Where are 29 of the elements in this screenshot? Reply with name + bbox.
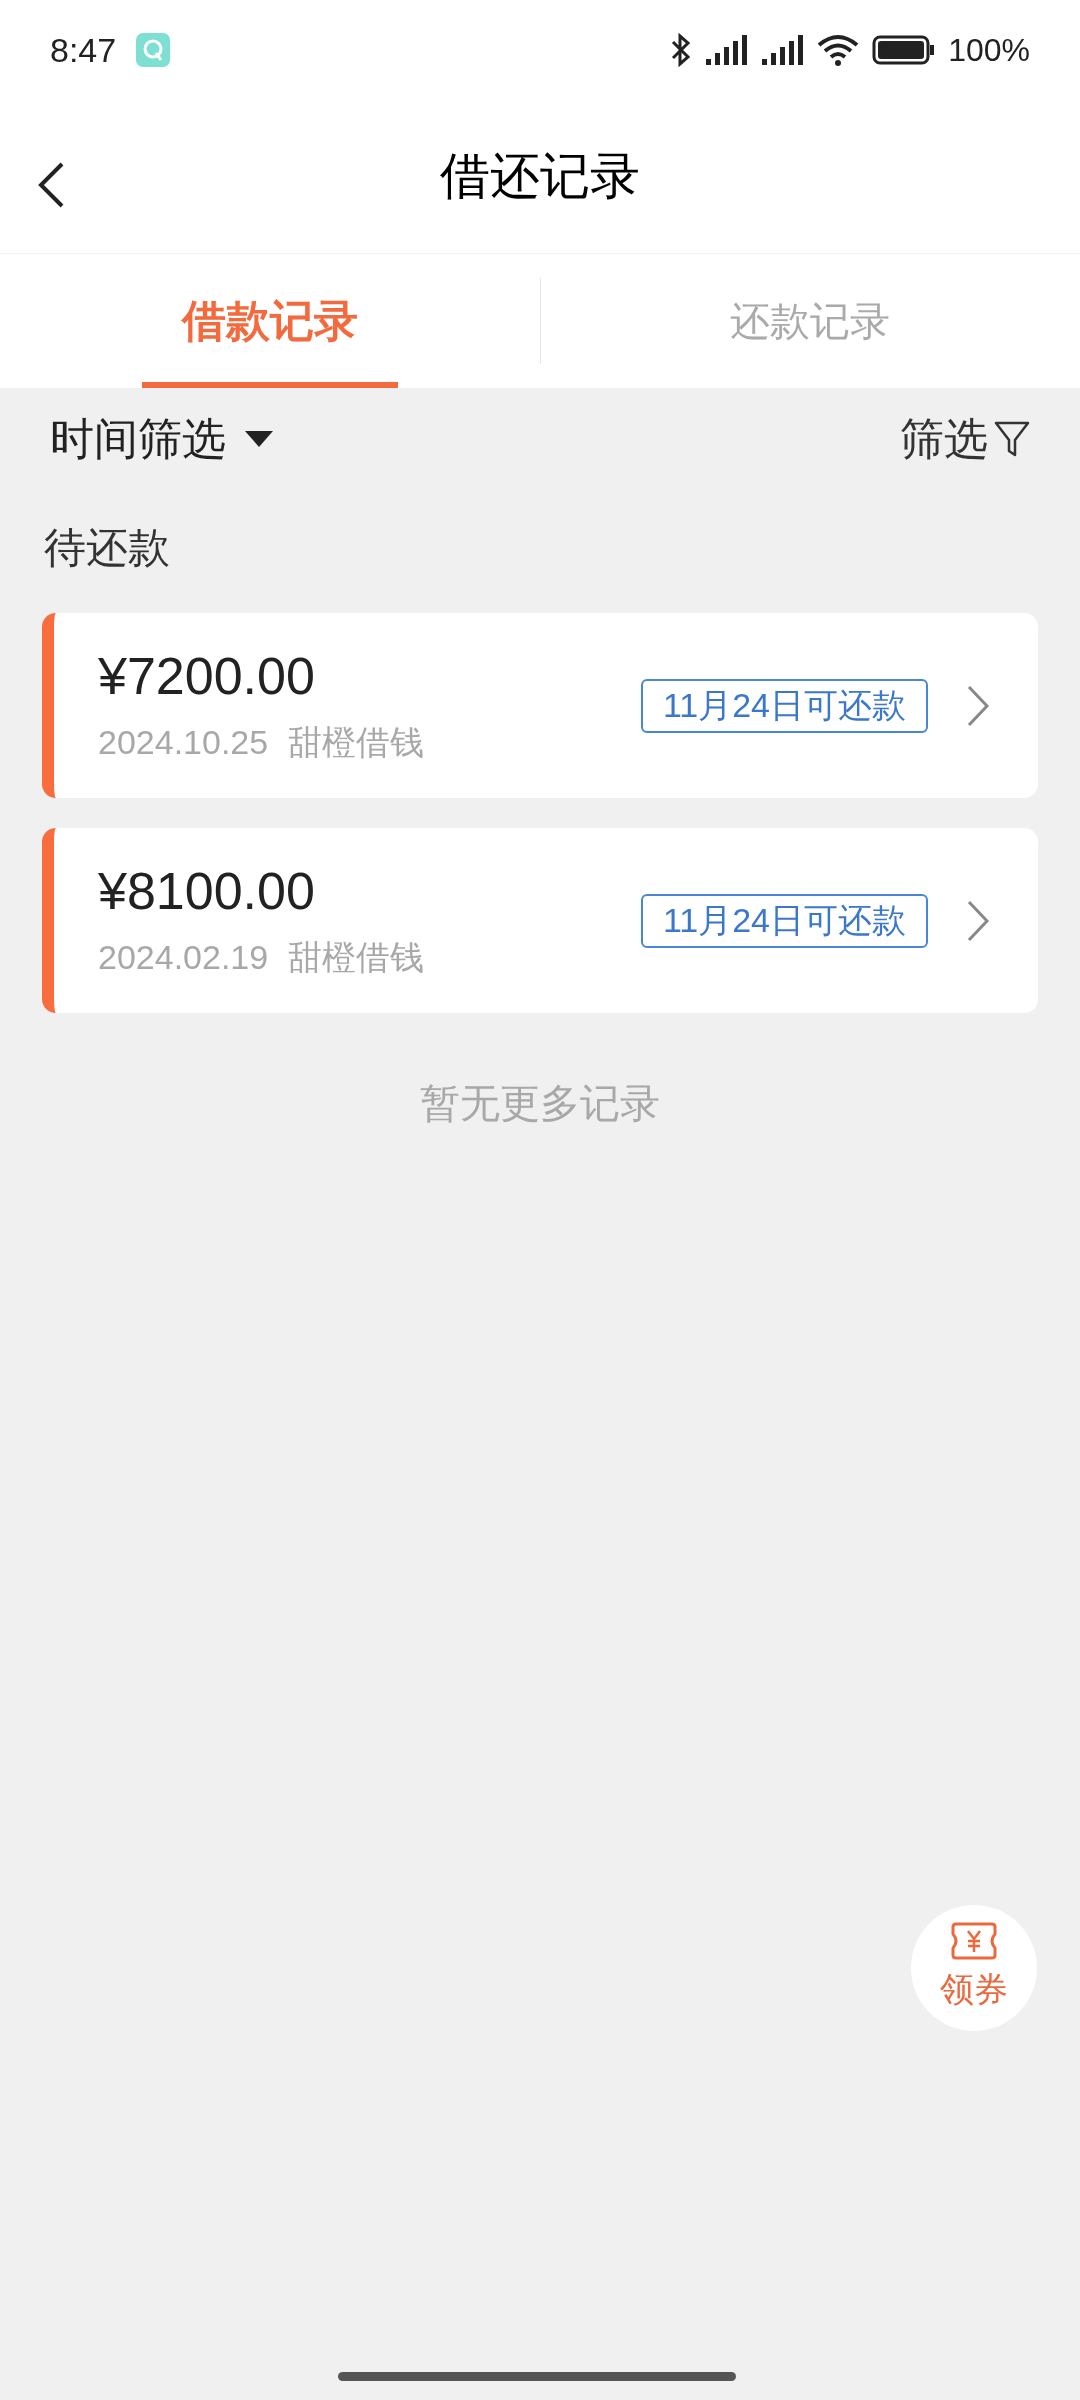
loan-amount: ¥7200.00 — [98, 645, 316, 707]
wifi-icon — [816, 33, 861, 67]
caret-icon — [244, 430, 274, 448]
lender-name: 甜橙借钱 — [288, 721, 425, 763]
battery-icon — [872, 35, 937, 65]
loan-date: 2024.02.19 — [98, 936, 269, 978]
chevron-right-icon — [966, 683, 990, 728]
ticket-icon — [951, 1921, 997, 1960]
loan-card[interactable]: ¥7200.00 2024.10.25 甜橙借钱 11月24日可还款 — [42, 613, 1038, 798]
end-of-list-note: 暂无更多记录 — [420, 1080, 660, 1127]
battery-percent: 100% — [948, 31, 1030, 70]
status-time: 8:47 — [50, 29, 117, 71]
bluetooth-icon — [670, 33, 693, 67]
loan-amount: ¥8100.00 — [98, 860, 316, 922]
loan-date: 2024.10.25 — [98, 721, 269, 763]
repay-date-tag: 11月24日可还款 — [640, 678, 928, 733]
funnel-icon — [994, 420, 1030, 458]
loan-card[interactable]: ¥8100.00 2024.02.19 甜橙借钱 11月24日可还款 — [42, 828, 1038, 1013]
section-title: 待还款 — [43, 523, 171, 573]
chevron-right-icon — [966, 898, 990, 943]
back-icon[interactable] — [36, 160, 66, 210]
filter-button[interactable]: 筛选 — [900, 406, 1030, 472]
page-title: 借还记录 — [440, 147, 640, 206]
time-filter-dropdown[interactable]: 时间筛选 — [50, 406, 274, 472]
repay-date-tag: 11月24日可还款 — [640, 893, 928, 948]
app-notification-icon — [136, 33, 171, 67]
signal-icon — [760, 33, 805, 67]
signal-icon — [704, 33, 749, 67]
lender-name: 甜橙借钱 — [288, 936, 425, 978]
